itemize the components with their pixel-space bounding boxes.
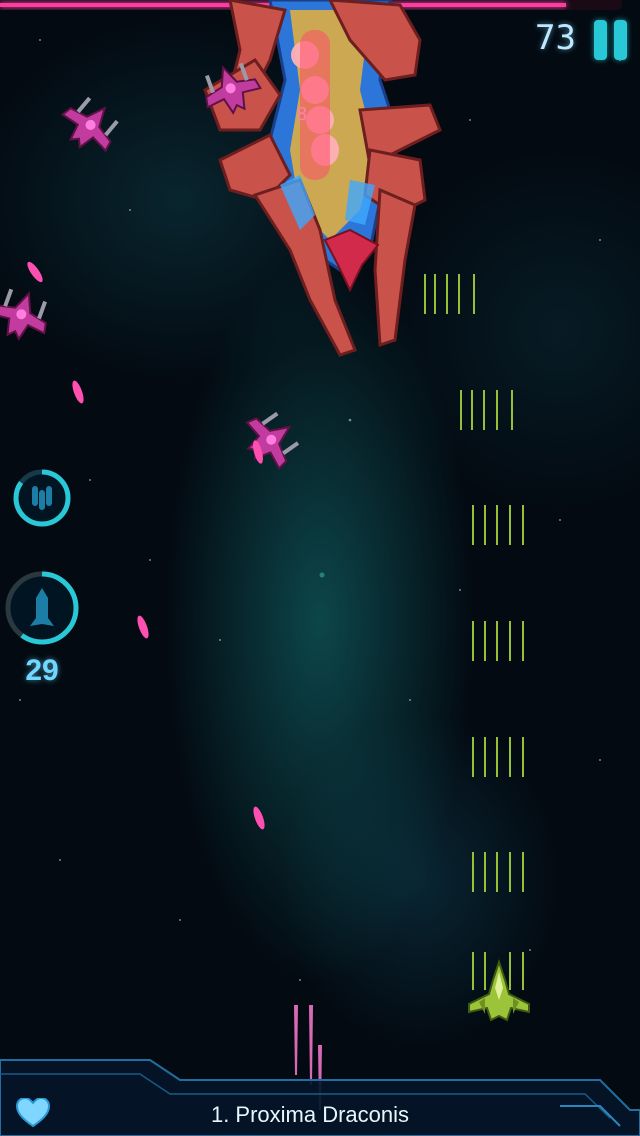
player-ship — [468, 958, 530, 1022]
missile-count: 29 — [25, 654, 59, 687]
heart-icon — [16, 1098, 50, 1128]
game-viewport[interactable]: 73 8 29 1. Proxima Draconis — [0, 0, 640, 1136]
triple-shot-ability[interactable] — [10, 466, 74, 530]
missile-ability[interactable] — [2, 568, 82, 648]
level-name: 1. Proxima Draconis — [210, 1102, 410, 1127]
